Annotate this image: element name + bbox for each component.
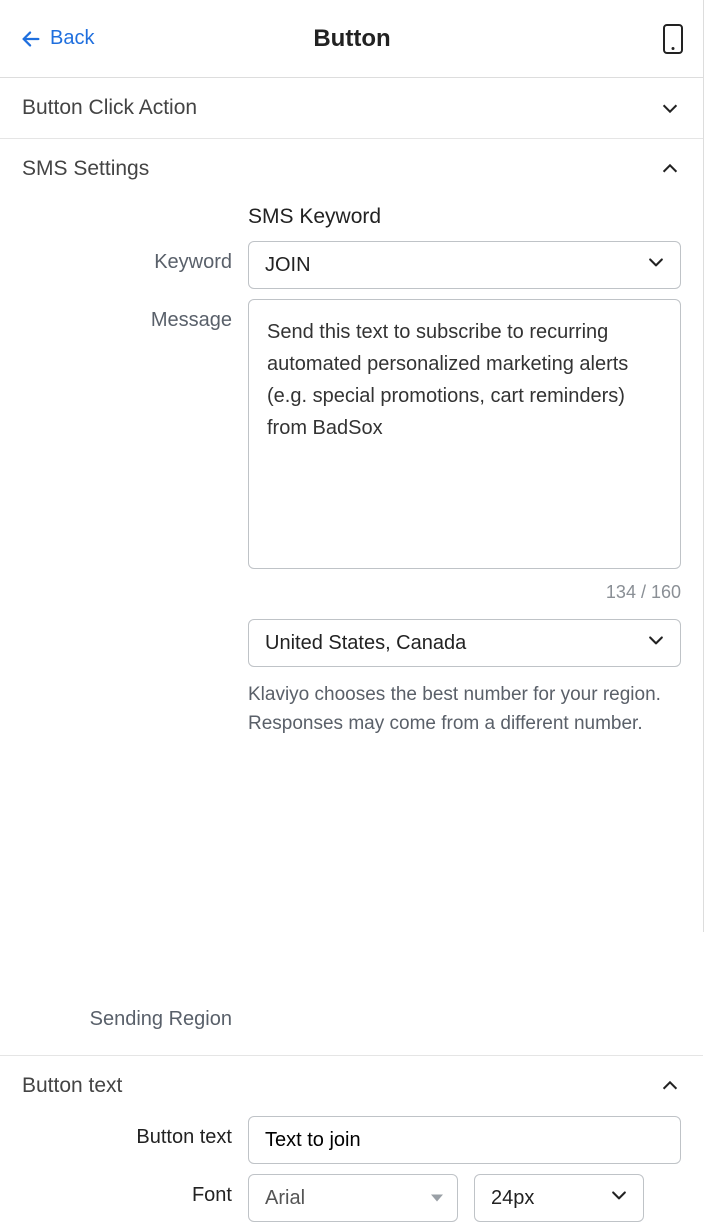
keyword-label: Keyword bbox=[22, 241, 232, 274]
message-label: Message bbox=[22, 299, 232, 332]
character-counter: 134 / 160 bbox=[248, 582, 681, 603]
sending-region-dropdown[interactable]: United States, Canada bbox=[248, 619, 681, 667]
chevron-down-icon bbox=[659, 97, 681, 119]
section-button-text: Button text Button text Font Arial 24px bbox=[0, 1056, 703, 1222]
button-text-input[interactable] bbox=[248, 1116, 681, 1164]
button-text-label: Button text bbox=[22, 1116, 232, 1149]
sending-region-value: United States, Canada bbox=[265, 632, 466, 655]
dropdown-triangle-icon bbox=[431, 1195, 443, 1202]
sending-region-label: Sending Region bbox=[22, 618, 232, 1031]
section-toggle-button-text[interactable]: Button text bbox=[0, 1056, 703, 1116]
page-header: Back Button bbox=[0, 0, 703, 78]
keyword-dropdown-value: JOIN bbox=[265, 254, 311, 277]
chevron-down-icon bbox=[646, 252, 666, 278]
mobile-device-icon[interactable] bbox=[663, 24, 683, 54]
font-label: Font bbox=[22, 1174, 232, 1207]
section-toggle-sms-settings[interactable]: SMS Settings bbox=[0, 139, 703, 199]
section-title: Button text bbox=[22, 1074, 122, 1098]
message-textarea[interactable] bbox=[248, 299, 681, 569]
chevron-down-icon bbox=[609, 1185, 629, 1211]
section-sms-settings: SMS Settings SMS Keyword Keyword JOIN bbox=[0, 139, 703, 1056]
section-title: SMS Settings bbox=[22, 157, 149, 181]
font-family-value: Arial bbox=[265, 1187, 305, 1210]
sms-keyword-heading: SMS Keyword bbox=[248, 205, 681, 229]
chevron-up-icon bbox=[659, 1075, 681, 1097]
section-toggle-button-click-action[interactable]: Button Click Action bbox=[0, 78, 703, 138]
chevron-up-icon bbox=[659, 158, 681, 180]
keyword-dropdown[interactable]: JOIN bbox=[248, 241, 681, 289]
section-title: Button Click Action bbox=[22, 96, 197, 120]
sending-region-help: Klaviyo chooses the best number for your… bbox=[248, 681, 681, 738]
section-button-click-action: Button Click Action bbox=[0, 78, 703, 139]
page-title: Button bbox=[313, 25, 390, 53]
back-arrow-icon bbox=[20, 28, 42, 50]
font-size-value: 24px bbox=[491, 1187, 534, 1210]
back-button[interactable]: Back bbox=[20, 27, 94, 50]
font-size-dropdown[interactable]: 24px bbox=[474, 1174, 644, 1222]
back-label: Back bbox=[50, 27, 94, 50]
font-family-dropdown[interactable]: Arial bbox=[248, 1174, 458, 1222]
chevron-down-icon bbox=[646, 630, 666, 656]
